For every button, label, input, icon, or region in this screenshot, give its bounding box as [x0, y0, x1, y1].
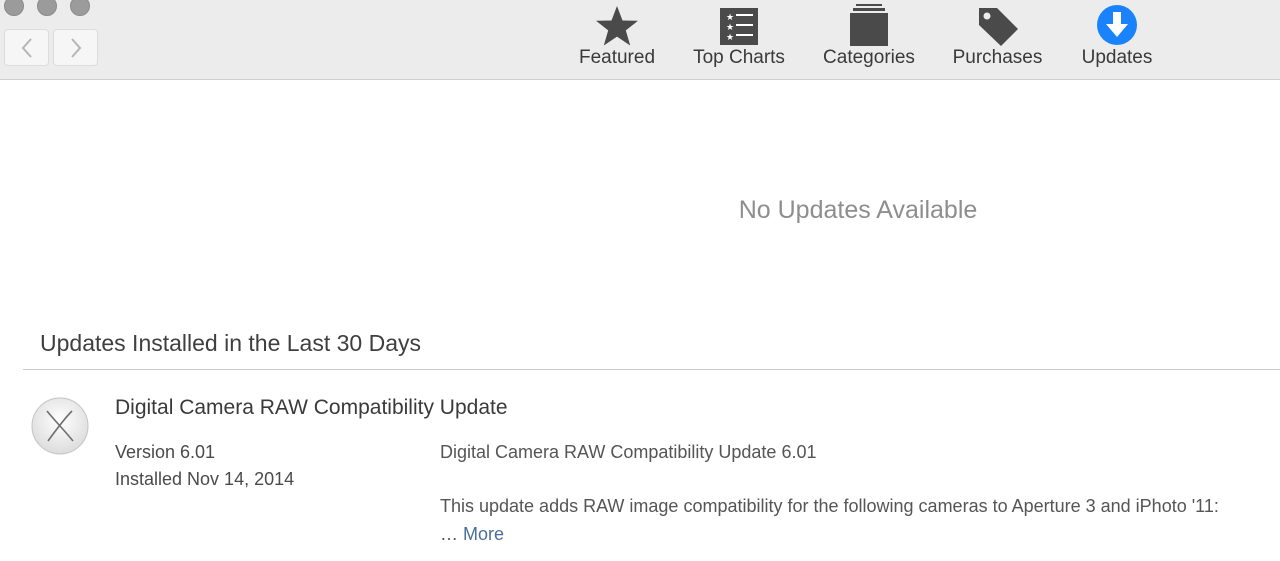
update-version: Version 6.01	[115, 442, 216, 462]
close-window-button[interactable]	[4, 0, 24, 16]
installed-section-title: Updates Installed in the Last 30 Days	[40, 330, 422, 356]
tab-purchases[interactable]: Purchases	[945, 0, 1050, 79]
tab-updates-label: Updates	[1081, 47, 1153, 68]
svg-text:★: ★	[726, 13, 734, 23]
more-link[interactable]: More	[463, 524, 504, 544]
back-button[interactable]	[4, 29, 49, 66]
no-updates-message: No Updates Available	[738, 196, 978, 224]
section-divider	[23, 369, 1280, 370]
update-installed-date: Installed Nov 14, 2014	[115, 469, 295, 489]
description-ellipsis: …	[440, 524, 458, 544]
tab-top-charts-label: Top Charts	[693, 47, 785, 68]
update-description-title: Digital Camera RAW Compatibility Update …	[440, 442, 817, 462]
toolbar: Featured ★ ★ ★ Top Charts Categories Pur…	[0, 0, 1280, 80]
chevron-right-icon	[70, 37, 81, 58]
stack-icon	[850, 4, 888, 46]
download-icon	[1097, 5, 1137, 45]
star-icon	[596, 6, 638, 46]
forward-button[interactable]	[53, 29, 98, 66]
svg-text:★: ★	[726, 33, 734, 43]
update-description: This update adds RAW image compatibility…	[440, 496, 1219, 516]
app-store-window: Featured ★ ★ ★ Top Charts Categories Pur…	[0, 0, 1280, 561]
chevron-left-icon	[21, 37, 32, 58]
tab-categories[interactable]: Categories	[814, 0, 924, 79]
tab-top-charts[interactable]: ★ ★ ★ Top Charts	[684, 0, 794, 79]
tab-purchases-label: Purchases	[952, 47, 1043, 68]
tab-updates[interactable]: Updates	[1072, 0, 1162, 79]
os-x-icon[interactable]	[31, 397, 89, 455]
tab-categories-label: Categories	[823, 47, 915, 68]
minimize-window-button[interactable]	[37, 0, 57, 16]
svg-text:★: ★	[726, 23, 734, 33]
tab-featured[interactable]: Featured	[572, 0, 662, 79]
tab-featured-label: Featured	[578, 47, 656, 68]
list-icon: ★ ★ ★	[720, 8, 758, 45]
tag-icon	[978, 8, 1018, 46]
update-description-more: … More	[440, 524, 504, 545]
zoom-window-button[interactable]	[70, 0, 90, 16]
update-name[interactable]: Digital Camera RAW Compatibility Update	[115, 396, 508, 420]
